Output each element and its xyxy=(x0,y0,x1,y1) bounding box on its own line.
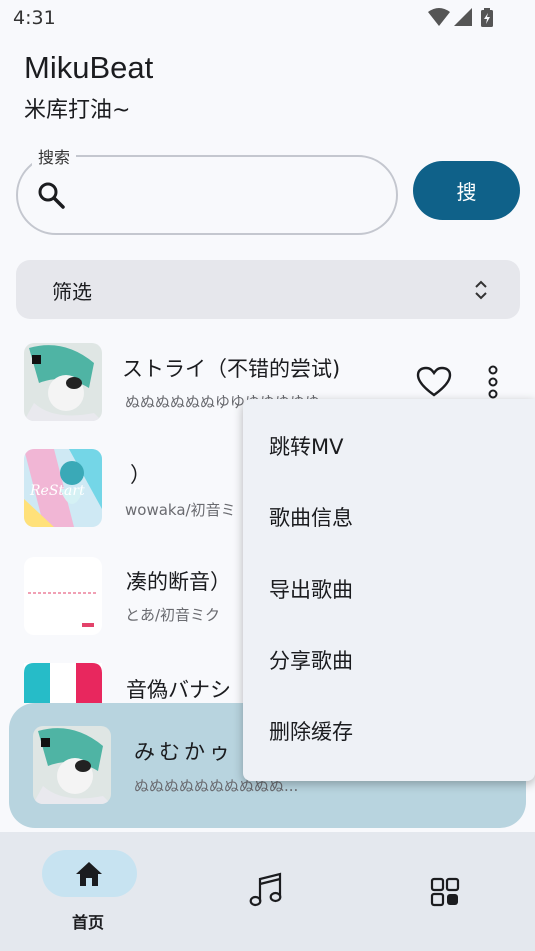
svg-text:ReStart: ReStart xyxy=(29,483,85,499)
status-icons xyxy=(428,8,493,27)
app-subtitle: 米库打油~ xyxy=(24,98,131,123)
song-cover xyxy=(24,663,102,703)
song-cover xyxy=(24,557,102,635)
app-title: MikuBeat xyxy=(24,50,154,85)
menu-item-jump-mv[interactable]: 跳转MV xyxy=(243,412,535,483)
chevron-up-down-icon xyxy=(475,280,487,300)
status-time: 4:31 xyxy=(13,7,56,29)
now-playing-cover xyxy=(33,726,111,804)
song-artist: とあ/初音ミク xyxy=(125,606,221,624)
favorite-heart-icon[interactable] xyxy=(416,366,452,398)
now-playing-title: みむかゥ xyxy=(134,740,234,764)
filter-label: 筛选 xyxy=(52,280,92,304)
search-input[interactable] xyxy=(80,175,380,215)
signal-icon xyxy=(454,8,472,26)
home-icon xyxy=(76,862,102,886)
apps-grid-icon[interactable] xyxy=(430,877,460,907)
menu-item-export-song[interactable]: 导出歌曲 xyxy=(243,555,535,626)
more-vert-icon[interactable] xyxy=(484,364,502,400)
song-artist: wowaka/初音ミ xyxy=(125,501,236,519)
search-button[interactable]: 搜 xyxy=(413,161,520,220)
song-title: ） xyxy=(130,463,151,487)
search-label: 搜索 xyxy=(32,144,77,168)
nav-home-label: 首页 xyxy=(72,913,105,932)
search-icon xyxy=(38,182,65,209)
menu-item-delete-cache[interactable]: 删除缓存 xyxy=(243,697,535,768)
song-cover: ReStart xyxy=(24,449,102,527)
menu-item-song-info[interactable]: 歌曲信息 xyxy=(243,483,535,554)
wifi-icon xyxy=(428,8,450,26)
battery-icon xyxy=(481,8,493,27)
song-cover xyxy=(24,343,102,421)
song-context-menu: 跳转MV 歌曲信息 导出歌曲 分享歌曲 删除缓存 xyxy=(243,399,535,781)
song-title: 音偽バナシ xyxy=(126,678,231,702)
song-title: 凑的断音） xyxy=(126,570,231,594)
song-title: ストライ（不错的尝试) xyxy=(122,357,341,381)
menu-item-share-song[interactable]: 分享歌曲 xyxy=(243,626,535,697)
music-note-icon[interactable] xyxy=(248,871,284,909)
